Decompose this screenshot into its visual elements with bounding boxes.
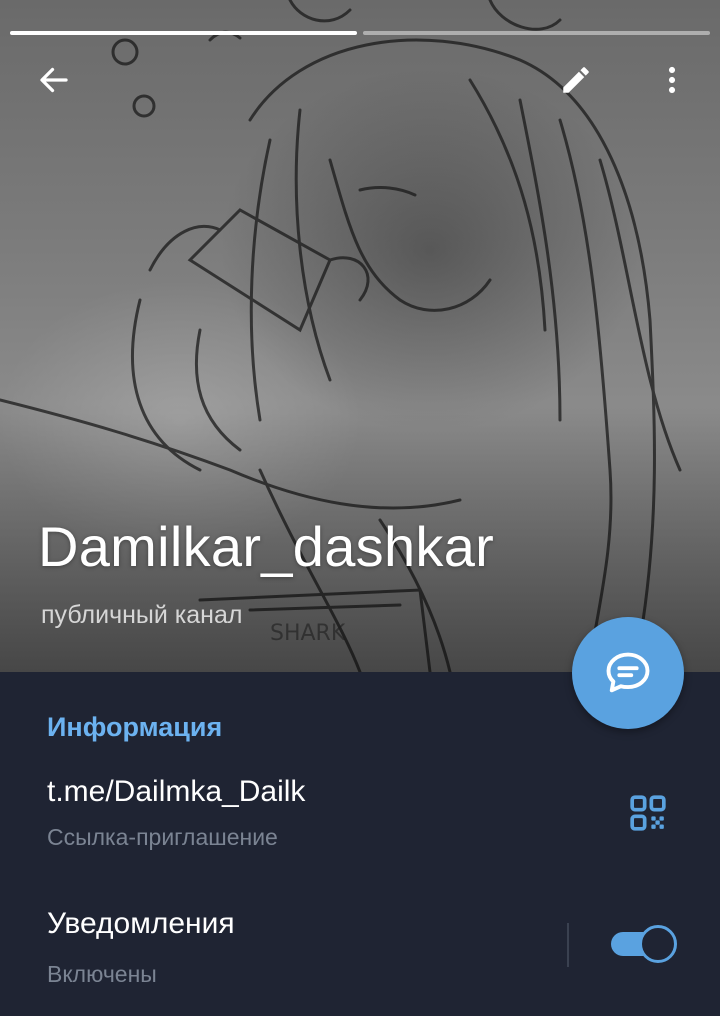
pencil-icon [563, 67, 589, 93]
divider [567, 923, 569, 967]
channel-name: Damilkar_dashkar [38, 515, 495, 578]
notifications-title[interactable]: Уведомления [47, 907, 235, 941]
toggle-knob [639, 925, 677, 963]
qr-code-button[interactable] [620, 785, 676, 841]
profile-cover-photo[interactable]: SHARK Damilkar_dashkar публичный канал [0, 0, 720, 672]
qr-code-icon [630, 795, 666, 831]
channel-type: публичный канал [41, 601, 243, 629]
story-progress-segment [10, 31, 357, 35]
arrow-left-icon [40, 67, 68, 93]
invite-link-label: Ссылка-приглашение [47, 824, 278, 850]
chat-bubble-icon [606, 652, 650, 693]
story-progress-segment [363, 31, 710, 35]
open-chat-button[interactable] [572, 617, 684, 729]
invite-link[interactable]: t.me/Dailmka_Dailk [47, 775, 305, 809]
notifications-toggle[interactable] [609, 925, 677, 963]
back-button[interactable] [26, 52, 82, 108]
more-options-button[interactable] [644, 52, 700, 108]
edit-button[interactable] [548, 52, 604, 108]
notifications-status: Включены [47, 961, 157, 987]
story-progress-bars [10, 31, 710, 35]
section-title: Информация [47, 712, 223, 742]
more-vertical-icon [668, 66, 676, 94]
